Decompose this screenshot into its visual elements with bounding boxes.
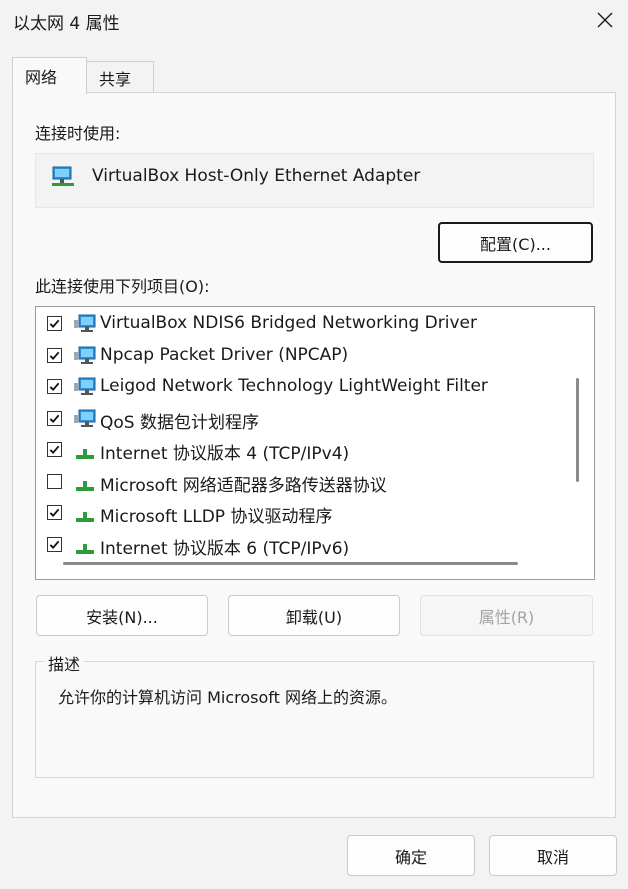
item-checkbox[interactable] xyxy=(47,442,62,457)
item-checkbox[interactable] xyxy=(47,473,62,489)
item-checkbox[interactable] xyxy=(47,347,62,363)
item-label: Microsoft LLDP 协议驱动程序 xyxy=(100,507,333,527)
description-group xyxy=(35,661,594,778)
item-label: Internet 协议版本 6 (TCP/IPv6) xyxy=(100,538,350,559)
description-legend: 描述 xyxy=(44,651,85,675)
list-item[interactable]: Internet 协议版本 6 (TCP/IPv6) xyxy=(36,531,566,559)
network-adapter-icon xyxy=(50,164,76,194)
properties-button[interactable]: 属性(R) xyxy=(420,595,593,636)
list-item[interactable]: Internet 协议版本 4 (TCP/IPv4) xyxy=(36,436,566,464)
adapter-name: VirtualBox Host-Only Ethernet Adapter xyxy=(92,166,421,186)
items-label: 此连接使用下列项目(O): xyxy=(35,277,210,296)
item-checkbox[interactable] xyxy=(47,410,62,426)
list-item[interactable]: Npcap Packet Driver (NPCAP) xyxy=(36,342,566,370)
protocol-icon xyxy=(73,533,97,561)
list-item[interactable]: QoS 数据包计划程序 xyxy=(36,405,566,433)
item-checkbox[interactable] xyxy=(47,316,62,331)
vertical-scrollbar[interactable] xyxy=(576,378,579,482)
protocol-icon xyxy=(73,470,97,498)
item-checkbox[interactable] xyxy=(47,536,62,552)
description-text: 允许你的计算机访问 Microsoft 网络上的资源。 xyxy=(58,688,397,707)
ok-button[interactable]: 确定 xyxy=(347,835,475,876)
list-item[interactable]: Microsoft LLDP 协议驱动程序 xyxy=(36,499,566,527)
protocol-icon xyxy=(73,438,97,466)
item-checkbox[interactable] xyxy=(47,379,62,394)
list-item[interactable]: Leigod Network Technology LightWeight Fi… xyxy=(36,373,566,401)
network-service-icon xyxy=(73,375,97,403)
adapter-box: VirtualBox Host-Only Ethernet Adapter xyxy=(35,153,594,208)
horizontal-scrollbar[interactable] xyxy=(63,562,518,565)
item-label: VirtualBox NDIS6 Bridged Networking Driv… xyxy=(100,313,477,333)
panel-content: 连接时使用: VirtualBox Host-Only Ethernet Ada… xyxy=(0,0,628,889)
network-service-icon xyxy=(73,312,97,340)
item-label: Npcap Packet Driver (NPCAP) xyxy=(100,344,349,365)
item-label: QoS 数据包计划程序 xyxy=(100,412,259,433)
item-label: Microsoft 网络适配器多路传送器协议 xyxy=(100,475,387,496)
item-label: Leigod Network Technology LightWeight Fi… xyxy=(100,376,488,396)
network-service-icon xyxy=(73,344,97,372)
configure-button[interactable]: 配置(C)... xyxy=(438,222,593,263)
protocol-icon xyxy=(73,501,97,529)
items-listbox[interactable]: VirtualBox NDIS6 Bridged Networking Driv… xyxy=(35,306,595,580)
connect-using-label: 连接时使用: xyxy=(35,124,121,143)
uninstall-button[interactable]: 卸载(U) xyxy=(228,595,400,636)
list-item[interactable]: Microsoft 网络适配器多路传送器协议 xyxy=(36,468,566,496)
network-service-icon xyxy=(73,407,97,435)
list-item[interactable]: VirtualBox NDIS6 Bridged Networking Driv… xyxy=(36,310,566,338)
item-checkbox[interactable] xyxy=(47,505,62,520)
item-label: Internet 协议版本 4 (TCP/IPv4) xyxy=(100,444,350,464)
cancel-button[interactable]: 取消 xyxy=(489,835,617,876)
install-button[interactable]: 安装(N)... xyxy=(36,595,208,636)
